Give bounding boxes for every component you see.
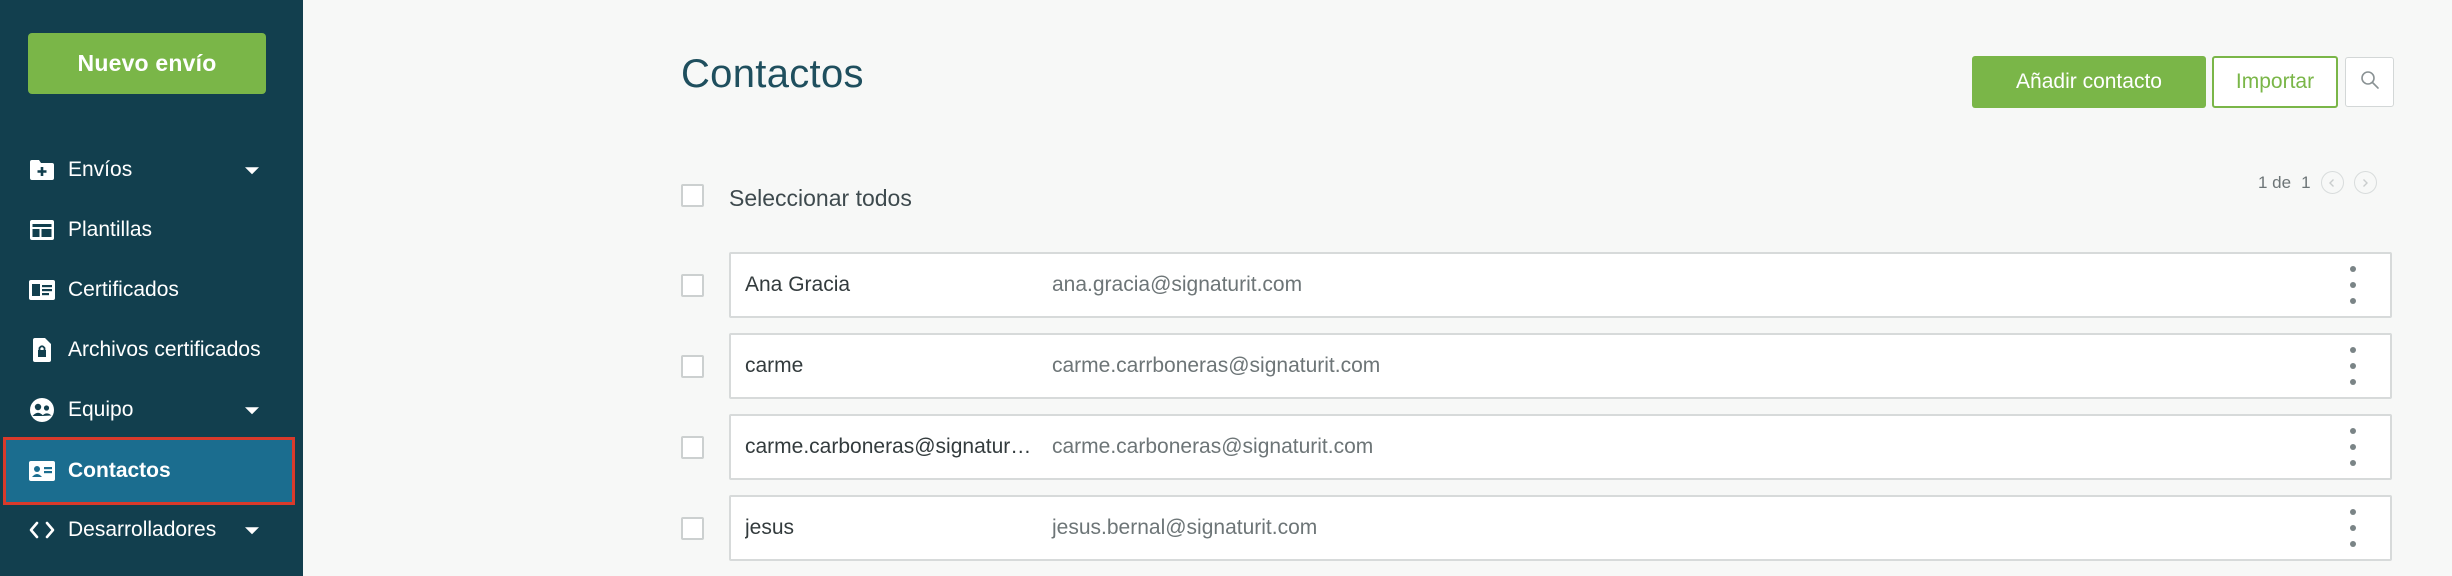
add-contact-button[interactable]: Añadir contacto — [1972, 56, 2206, 108]
row-checkbox[interactable] — [681, 517, 704, 540]
contact-row[interactable]: jesus jesus.bernal@signaturit.com — [729, 495, 2392, 561]
import-button[interactable]: Importar — [2212, 56, 2338, 108]
pagination: 1 de 1 — [2258, 171, 2377, 194]
row-checkbox[interactable] — [681, 355, 704, 378]
locked-file-icon — [28, 336, 56, 364]
previous-page-button[interactable] — [2320, 171, 2344, 194]
sidebar-item-label: Envíos — [68, 158, 133, 181]
contact-row[interactable]: carme.carboneras@signaturit.com carme.ca… — [729, 414, 2392, 480]
search-button[interactable] — [2345, 57, 2394, 107]
more-options-icon[interactable] — [2348, 509, 2358, 547]
row-checkbox[interactable] — [681, 274, 704, 297]
sidebar-item-plantillas[interactable]: Plantillas — [0, 200, 303, 260]
next-page-button[interactable] — [2353, 171, 2377, 194]
contact-row[interactable]: carme carme.carrboneras@signaturit.com — [729, 333, 2392, 399]
page-total: 1 — [2301, 172, 2311, 192]
contact-name: jesus — [745, 516, 795, 539]
contact-row[interactable]: Ana Gracia ana.gracia@signaturit.com — [729, 252, 2392, 318]
folder-plus-icon — [28, 156, 56, 184]
sidebar-item-contactos[interactable]: Contactos — [3, 437, 295, 505]
chevron-down-icon — [245, 527, 259, 535]
contact-name: carme.carboneras@signaturit.com — [745, 435, 1035, 458]
page-title: Contactos — [681, 52, 864, 96]
row-checkbox[interactable] — [681, 436, 704, 459]
search-icon — [2360, 70, 2380, 95]
certificate-icon — [28, 276, 56, 304]
sidebar-item-label: Equipo — [68, 398, 134, 421]
sidebar-item-label: Contactos — [68, 459, 171, 482]
chevron-down-icon — [245, 407, 259, 415]
select-all-label: Seleccionar todos — [729, 185, 912, 211]
sidebar-item-certificados[interactable]: Certificados — [0, 260, 303, 320]
code-icon — [28, 516, 56, 544]
more-options-icon[interactable] — [2348, 428, 2358, 466]
sidebar-item-envios[interactable]: Envíos — [0, 140, 303, 200]
more-options-icon[interactable] — [2348, 266, 2358, 304]
sidebar-item-label: Plantillas — [68, 218, 153, 241]
contact-card-icon — [28, 457, 56, 485]
select-all-checkbox[interactable] — [681, 184, 704, 207]
sidebar-item-label: Certificados — [68, 278, 179, 301]
template-icon — [28, 216, 56, 244]
page-indicator: 1 de — [2258, 172, 2292, 192]
sidebar-item-label: Archivos certificados — [68, 338, 261, 361]
contact-email: jesus.bernal@signaturit.com — [1052, 516, 1318, 539]
contact-name: carme — [745, 354, 804, 377]
new-send-button[interactable]: Nuevo envío — [28, 33, 266, 94]
chevron-right-icon — [2363, 178, 2369, 187]
chevron-down-icon — [245, 167, 259, 175]
sidebar-item-label: Desarrolladores — [68, 518, 217, 541]
sidebar: Nuevo envío Envíos Plantillas Certificad… — [0, 0, 303, 576]
sidebar-item-archivos-certificados[interactable]: Archivos certificados — [0, 320, 303, 380]
contact-email: carme.carboneras@signaturit.com — [1052, 435, 1374, 458]
contact-email: carme.carrboneras@signaturit.com — [1052, 354, 1381, 377]
more-options-icon[interactable] — [2348, 347, 2358, 385]
chevron-left-icon — [2329, 178, 2335, 187]
contact-email: ana.gracia@signaturit.com — [1052, 273, 1303, 296]
contact-name: Ana Gracia — [745, 273, 851, 296]
team-icon — [28, 396, 56, 424]
sidebar-item-equipo[interactable]: Equipo — [0, 380, 303, 440]
sidebar-item-desarrolladores[interactable]: Desarrolladores — [0, 500, 303, 560]
